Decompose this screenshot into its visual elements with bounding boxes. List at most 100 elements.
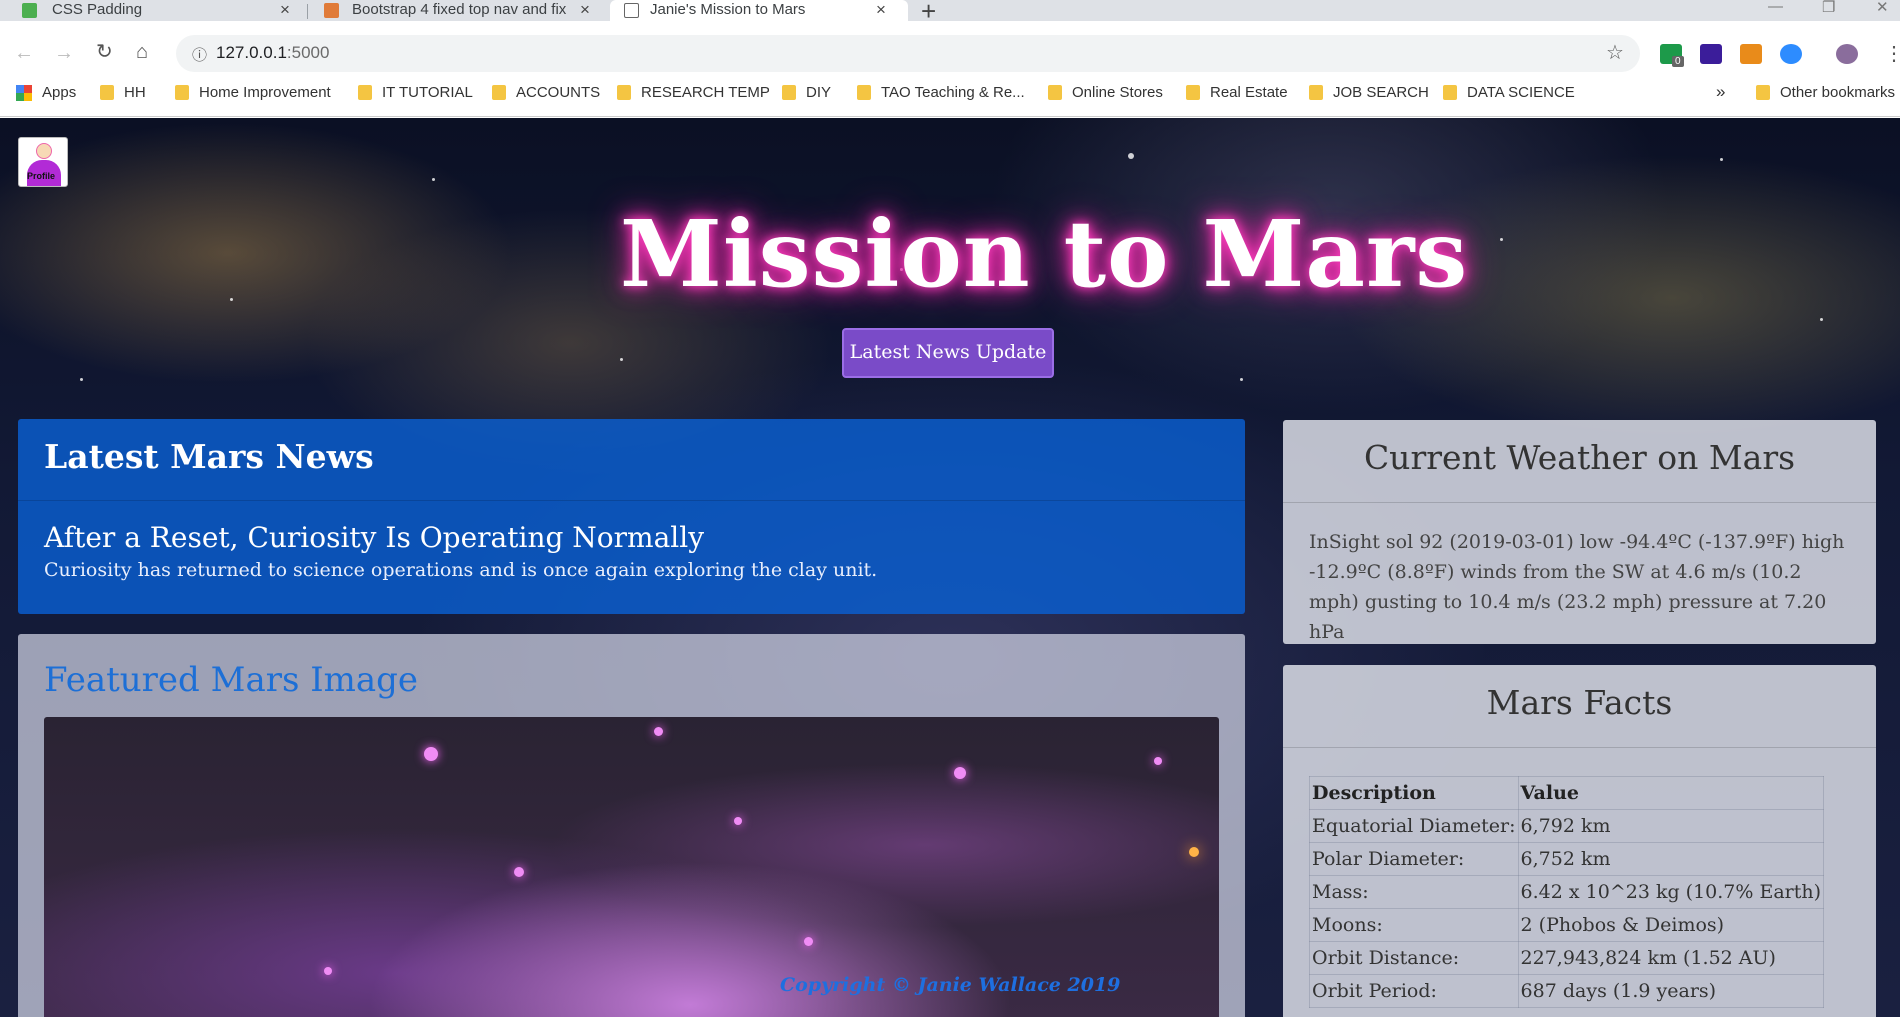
column-header: Value [1517,776,1825,810]
bookmark-home-improvement[interactable]: Home Improvement [175,84,331,101]
bookmark-accounts[interactable]: ACCOUNTS [492,84,600,101]
minimize-icon[interactable]: — [1768,0,1783,15]
bookmark-label: DIY [806,84,832,101]
table-cell: 6.42 x 10^23 kg (10.7% Earth) [1517,875,1825,909]
table-cell: Moons: [1309,908,1519,942]
star [230,298,233,301]
featured-image-header: Featured Mars Image [44,660,419,700]
news-title: After a Reset, Curiosity Is Operating No… [44,521,705,554]
close-tab-icon[interactable]: × [580,0,590,20]
bookmark-label: Other bookmarks [1780,84,1896,101]
tab-mission-to-mars[interactable]: Janie's Mission to Mars × [610,0,908,21]
bookmark-star-icon[interactable]: ☆ [1606,40,1624,65]
tab-css-padding[interactable]: CSS Padding × [0,0,300,21]
image-glow [514,867,524,877]
bookmark-diy[interactable]: DIY [782,84,831,101]
image-glow [954,767,966,779]
bookmark-label: TAO Teaching & Re... [881,84,1025,101]
table-header-row: Description Value [1309,776,1825,810]
tab-bootstrap[interactable]: Bootstrap 4 fixed top nav and fix × [310,0,610,21]
bookmarks-overflow-button[interactable]: » [1716,82,1725,102]
page-title: Mission to Mars [620,200,1469,308]
weather-header: Current Weather on Mars [1283,420,1876,503]
news-paragraph: Curiosity has returned to science operat… [44,559,878,581]
star [1128,153,1134,159]
latest-news-update-button[interactable]: Latest News Update [842,328,1054,378]
tab-title: Bootstrap 4 fixed top nav and fix [352,1,567,18]
tab-separator [307,4,308,19]
star [80,378,83,381]
table-row: Orbit Distance: 227,943,824 km (1.52 AU) [1309,941,1825,975]
url-text: 127.0.0.1:5000 [216,43,329,63]
close-tab-icon[interactable]: × [876,0,886,20]
tab-title: Janie's Mission to Mars [650,1,806,18]
address-bar[interactable] [176,35,1640,72]
image-glow [424,747,438,761]
bookmark-label: RESEARCH TEMP [641,84,770,101]
tab-title: CSS Padding [52,1,143,18]
close-tab-icon[interactable]: × [280,0,290,20]
table-row: Mass: 6.42 x 10^23 kg (10.7% Earth) [1309,875,1825,909]
latest-news-card: Latest Mars News After a Reset, Curiosit… [18,419,1245,614]
bookmark-label: Online Stores [1072,84,1163,101]
facts-header: Mars Facts [1283,665,1876,748]
profile-image[interactable]: Profile [18,137,68,187]
bookmark-data-science[interactable]: DATA SCIENCE [1443,84,1575,101]
table-cell: 227,943,824 km (1.52 AU) [1517,941,1825,975]
star [432,178,435,181]
folder-icon [1048,85,1062,100]
table-cell: Mass: [1309,875,1519,909]
zoom-icon[interactable] [1780,44,1802,64]
table-row: Polar Diameter: 6,752 km [1309,842,1825,876]
news-card-header: Latest Mars News [18,419,1245,501]
bookmark-job-search[interactable]: JOB SEARCH [1309,84,1429,101]
image-glow [734,817,742,825]
bookmark-real-estate[interactable]: Real Estate [1186,84,1288,101]
apps-icon [16,84,32,101]
info-icon[interactable]: ⓘ [192,44,207,65]
table-row: Equatorial Diameter: 6,792 km [1309,809,1825,843]
table-cell: 6,792 km [1517,809,1825,843]
folder-icon [1756,85,1770,100]
bookmark-research-temp[interactable]: RESEARCH TEMP [617,84,770,101]
close-window-icon[interactable]: ✕ [1876,0,1889,16]
bookmark-label: Home Improvement [199,84,331,101]
back-icon[interactable]: ← [14,43,34,63]
favicon-icon [324,3,339,18]
extension-badge: 0 [1672,56,1684,67]
extension-icon[interactable] [1700,44,1722,64]
copyright-text: Copyright © Janie Wallace 2019 [780,974,1121,996]
table-cell: 687 days (1.9 years) [1517,974,1825,1008]
forward-icon[interactable]: → [54,43,74,63]
folder-icon [358,85,372,100]
restore-icon[interactable]: ❐ [1822,0,1835,16]
image-glow [324,967,332,975]
image-glow [1189,847,1199,857]
star [1500,238,1503,241]
bookmark-label: Real Estate [1210,84,1288,101]
bookmark-other[interactable]: Other bookmarks [1756,84,1895,101]
bookmark-online-stores[interactable]: Online Stores [1048,84,1163,101]
favicon-icon [22,3,37,18]
featured-mars-image[interactable] [44,717,1219,1017]
tab-strip: CSS Padding × Bootstrap 4 fixed top nav … [0,0,1900,26]
url-port: :5000 [286,43,330,62]
reload-icon[interactable]: ↻ [96,42,113,62]
bookmark-hh[interactable]: HH [100,84,146,101]
extension-icon[interactable] [1740,44,1762,64]
bookmark-label: DATA SCIENCE [1467,84,1575,101]
folder-icon [782,85,796,100]
table-cell: Polar Diameter: [1309,842,1519,876]
bookmark-tao[interactable]: TAO Teaching & Re... [857,84,1025,101]
star [620,358,623,361]
bookmark-label: HH [124,84,146,101]
menu-icon[interactable]: ⋮ [1884,41,1900,66]
page-icon [624,3,639,18]
avatar[interactable] [1836,44,1858,64]
star [1720,158,1723,161]
bookmark-apps[interactable]: Apps [16,84,76,101]
folder-icon [617,85,631,100]
mars-facts-table: Description Value Equatorial Diameter: 6,… [1309,776,1825,1008]
bookmark-it-tutorial[interactable]: IT TUTORIAL [358,84,473,101]
home-icon[interactable]: ⌂ [136,42,148,62]
